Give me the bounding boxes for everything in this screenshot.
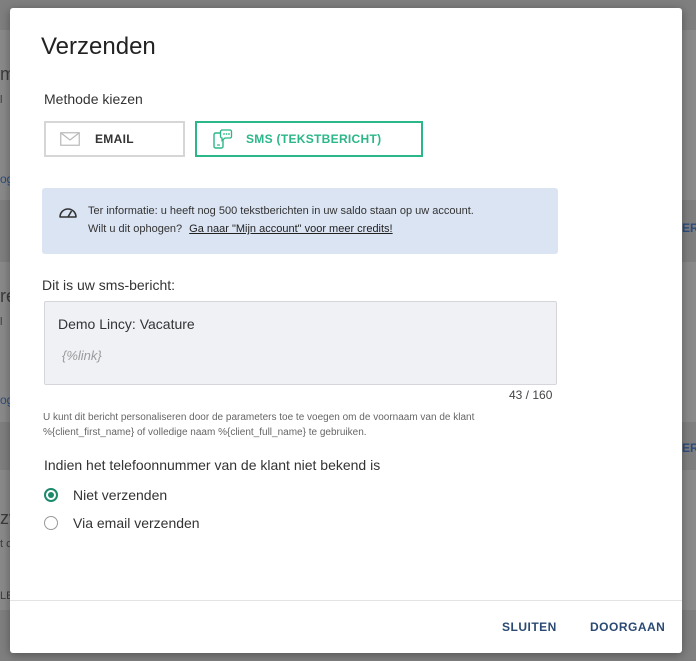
radio-checked-icon	[44, 488, 58, 502]
send-dialog: Verzenden Methode kiezen EMAIL SMS (TEKS…	[10, 8, 682, 653]
sms-message-text: Demo Lincy: Vacature	[58, 316, 195, 332]
dialog-title: Verzenden	[41, 33, 156, 60]
my-account-link[interactable]: Ga naar "Mijn account" voor meer credits…	[189, 223, 392, 235]
unknown-phone-question: Indien het telefoonnummer van de klant n…	[44, 457, 381, 473]
radio-label: Niet verzenden	[73, 487, 168, 503]
method-label: Methode kiezen	[44, 91, 143, 107]
background-text: l	[0, 94, 3, 106]
personalization-hint: U kunt dit bericht personaliseren door d…	[43, 410, 583, 440]
hint-line: %{client_first_name} of volledige naam %…	[43, 427, 367, 438]
info-text-2: Wilt u dit ophogen? Ga naar "Mijn account…	[88, 223, 393, 235]
radio-unchecked-icon	[44, 516, 58, 530]
background-link: ERZ	[682, 221, 696, 235]
method-email-label: EMAIL	[95, 132, 134, 146]
phone-message-icon	[211, 129, 233, 149]
radio-niet-verzenden[interactable]: Niet verzenden	[44, 487, 167, 503]
method-email-button[interactable]: EMAIL	[44, 121, 185, 157]
envelope-icon	[60, 129, 82, 149]
sms-link-placeholder: {%link}	[62, 348, 102, 363]
info-question: Wilt u dit ophogen?	[88, 223, 183, 235]
sms-message-field[interactable]: Demo Lincy: Vacature {%link}	[44, 301, 557, 385]
radio-via-email[interactable]: Via email verzenden	[44, 515, 200, 531]
sms-label: Dit is uw sms-bericht:	[42, 277, 176, 293]
character-counter: 43 / 160	[509, 388, 553, 402]
info-banner: Ter informatie: u heeft nog 500 tekstber…	[42, 188, 558, 254]
gauge-icon	[58, 206, 78, 221]
method-sms-label: SMS (TEKSTBERICHT)	[246, 132, 382, 146]
close-button[interactable]: SLUITEN	[502, 620, 557, 634]
hint-line: U kunt dit bericht personaliseren door d…	[43, 412, 475, 423]
footer-divider	[10, 600, 682, 601]
radio-label: Via email verzenden	[73, 515, 200, 531]
background-text: l	[0, 316, 3, 328]
method-sms-button[interactable]: SMS (TEKSTBERICHT)	[195, 121, 423, 157]
continue-button[interactable]: DOORGAAN	[590, 620, 665, 634]
background-link: ERZ	[682, 441, 696, 455]
info-text: Ter informatie: u heeft nog 500 tekstber…	[88, 205, 474, 217]
